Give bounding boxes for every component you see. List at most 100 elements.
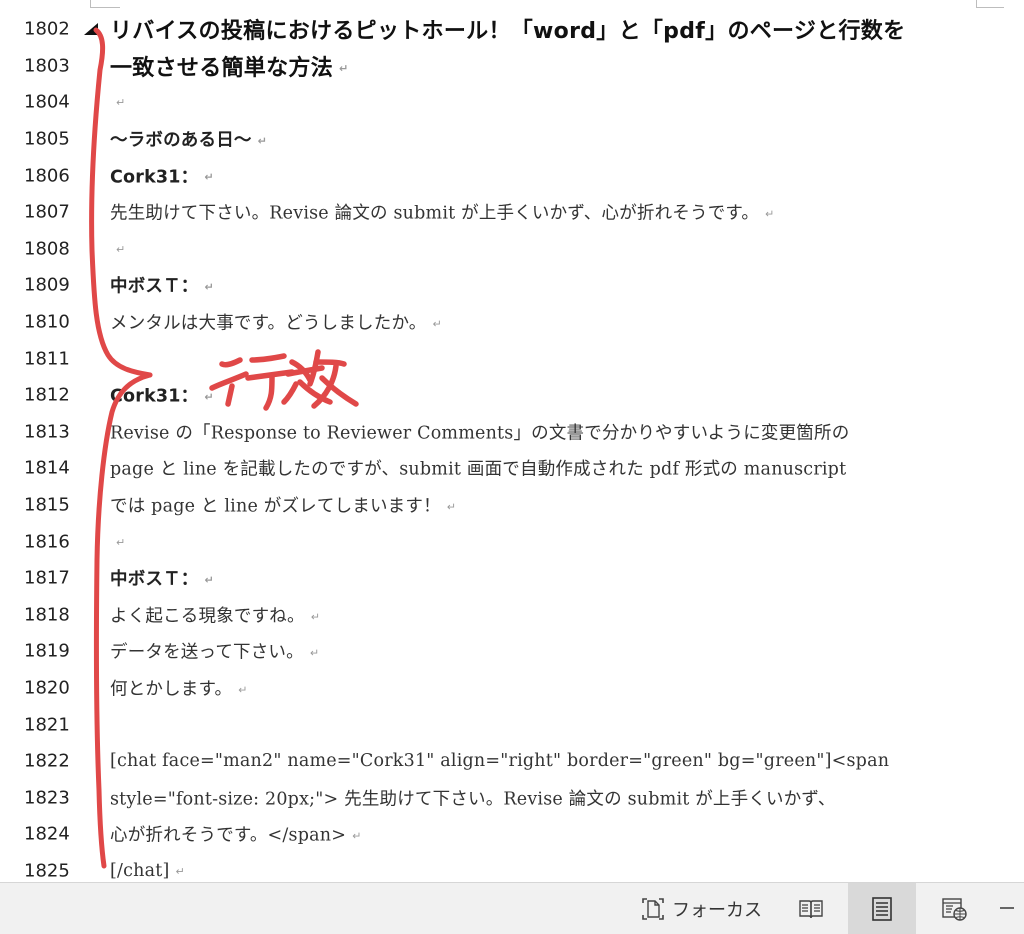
- line-text: 中ボスＴ： ↵: [110, 273, 964, 298]
- line-content: [/chat]: [110, 861, 170, 882]
- document-line[interactable]: 1818 よく起こる現象ですね。 ↵: [0, 597, 1024, 634]
- line-number: 1819: [24, 640, 70, 662]
- paragraph-mark-icon: ↵: [432, 317, 442, 331]
- document-line[interactable]: 1808 ↵: [0, 231, 1024, 268]
- line-number: 1817: [24, 567, 70, 589]
- paragraph-mark-icon: ↵: [309, 646, 320, 660]
- document-line[interactable]: 1823 style="font-size: 20px;"> 先生助けて下さい。R…: [0, 780, 1024, 817]
- line-number: 1808: [24, 238, 70, 260]
- line-content: 何とかします。: [110, 679, 233, 700]
- page-corner-mark: [976, 0, 1004, 8]
- line-text: 中ボスＴ： ↵: [110, 566, 964, 591]
- line-number: 1814: [24, 457, 70, 479]
- paragraph-mark-icon: ↵: [204, 573, 214, 587]
- line-content: 中ボスＴ：: [110, 276, 199, 297]
- document-page[interactable]: 1802 リバイスの投稿におけるピットホール！「word」と「pdf」のページと行…: [0, 0, 1024, 882]
- line-text: 先生助けて下さい。Revise 論文の submit が上手くいかず、心が折れそ…: [110, 200, 964, 225]
- line-text: メンタルは大事です。どうしましたか。 ↵: [110, 310, 964, 335]
- read-mode-button[interactable]: [777, 883, 845, 934]
- document-line[interactable]: 1811: [0, 340, 1024, 377]
- document-line[interactable]: 1816 ↵: [0, 523, 1024, 560]
- document-line[interactable]: 1809 中ボスＴ： ↵: [0, 267, 1024, 304]
- line-content: メンタルは大事です。どうしましたか。: [110, 313, 427, 334]
- line-content: リバイスの投稿におけるピットホール！「word」と「pdf」のページと行数を: [110, 19, 906, 45]
- line-number: 1809: [24, 274, 70, 296]
- paragraph-mark-icon: ↵: [257, 134, 268, 148]
- line-content: 一致させる簡単な方法: [110, 55, 334, 81]
- line-content: データを送って下さい。: [110, 642, 304, 663]
- document-line[interactable]: 1804 ↵: [0, 84, 1024, 121]
- document-line[interactable]: 1825 [/chat] ↵: [0, 853, 1024, 882]
- line-number: 1825: [24, 860, 70, 882]
- zoom-out-button[interactable]: [1000, 907, 1014, 909]
- line-text: page と line を記載したのですが、submit 画面で自動作成された …: [110, 456, 964, 481]
- web-layout-icon: [942, 898, 967, 921]
- paragraph-mark-icon: ↵: [204, 390, 214, 404]
- line-content: Revise の「Response to Reviewer Comments」の…: [110, 423, 850, 444]
- page-corner-mark: [90, 0, 120, 8]
- line-content: 中ボスＴ：: [110, 569, 199, 590]
- document-line[interactable]: 1805 ～ラボのある日～ ↵: [0, 121, 1024, 158]
- document-line[interactable]: 1815 では page と line がズレてしまいます！ ↵: [0, 487, 1024, 524]
- document-line[interactable]: 1813 Revise の「Response to Reviewer Commen…: [0, 414, 1024, 451]
- line-content: よく起こる現象ですね。: [110, 606, 305, 627]
- line-text: style="font-size: 20px;"> 先生助けて下さい。Revis…: [110, 785, 964, 810]
- read-mode-icon: [799, 900, 823, 919]
- document-line[interactable]: 1812 Cork31： ↵: [0, 377, 1024, 414]
- paragraph-mark-icon: ↵: [116, 242, 126, 256]
- line-text: ～ラボのある日～ ↵: [110, 127, 964, 152]
- document-line[interactable]: 1824 心が折れそうです。</span> ↵: [0, 816, 1024, 853]
- line-text: Cork31： ↵: [110, 383, 964, 408]
- status-bar: フォーカス: [0, 882, 1024, 934]
- web-layout-button[interactable]: [920, 883, 988, 934]
- document-line[interactable]: 1820 何とかします。 ↵: [0, 670, 1024, 707]
- line-text: 何とかします。 ↵: [110, 676, 964, 701]
- line-number: 1807: [24, 201, 70, 223]
- document-line[interactable]: 1802 リバイスの投稿におけるピットホール！「word」と「pdf」のページと行…: [0, 11, 1024, 48]
- line-content: style="font-size: 20px;"> 先生助けて下さい。Revis…: [110, 789, 836, 810]
- line-number: 1821: [24, 714, 70, 736]
- paragraph-mark-icon: ↵: [204, 170, 214, 184]
- line-text: ↵: [110, 239, 964, 259]
- line-text: データを送って下さい。 ↵: [110, 639, 964, 664]
- document-line[interactable]: 1819 データを送って下さい。 ↵: [0, 633, 1024, 670]
- paragraph-mark-icon: ↵: [310, 610, 321, 624]
- document-heading: リバイスの投稿におけるピットホール！「word」と「pdf」のページと行数を: [110, 13, 964, 45]
- document-line[interactable]: 1822 [chat face="man2" name="Cork31" alig…: [0, 743, 1024, 780]
- print-layout-button[interactable]: [848, 883, 916, 934]
- line-text: ↵: [110, 92, 964, 112]
- document-line[interactable]: 1806 Cork31： ↵: [0, 157, 1024, 194]
- line-text: よく起こる現象ですね。 ↵: [110, 602, 964, 627]
- document-line[interactable]: 1821: [0, 706, 1024, 743]
- paragraph-mark-icon: ↵: [352, 829, 362, 843]
- line-number: 1803: [24, 55, 70, 77]
- line-number: 1822: [24, 750, 70, 772]
- document-line[interactable]: 1817 中ボスＴ： ↵: [0, 560, 1024, 597]
- line-text: では page と line がズレてしまいます！ ↵: [110, 493, 964, 518]
- paragraph-mark-icon: ↵: [765, 207, 775, 221]
- line-number: 1810: [24, 311, 70, 333]
- line-text: [/chat] ↵: [110, 861, 964, 881]
- line-content: では page と line がズレてしまいます！: [110, 496, 441, 517]
- line-number: 1818: [24, 604, 70, 626]
- document-line[interactable]: 1807 先生助けて下さい。Revise 論文の submit が上手くいかず、心…: [0, 194, 1024, 231]
- line-number: 1823: [24, 787, 70, 809]
- paragraph-mark-icon: ↵: [116, 96, 126, 110]
- line-text: ↵: [110, 532, 964, 552]
- line-number: 1820: [24, 677, 70, 699]
- line-number: 1805: [24, 128, 70, 150]
- document-heading: 一致させる簡単な方法 ↵: [110, 50, 964, 82]
- document-line[interactable]: 1803 一致させる簡単な方法 ↵: [0, 48, 1024, 85]
- line-number: 1816: [24, 531, 70, 553]
- print-layout-icon: [872, 897, 892, 921]
- focus-mode-button[interactable]: フォーカス: [640, 883, 762, 934]
- line-number: 1804: [24, 91, 70, 113]
- line-content: [chat face="man2" name="Cork31" align="r…: [110, 751, 890, 772]
- document-line[interactable]: 1814 page と line を記載したのですが、submit 画面で自動作成…: [0, 450, 1024, 487]
- paragraph-mark-icon: ↵: [204, 280, 214, 294]
- line-content: Cork31：: [110, 167, 199, 188]
- line-number: 1811: [24, 348, 70, 370]
- line-number: 1824: [24, 823, 70, 845]
- document-line[interactable]: 1810 メンタルは大事です。どうしましたか。 ↵: [0, 304, 1024, 341]
- line-number: 1806: [24, 165, 70, 187]
